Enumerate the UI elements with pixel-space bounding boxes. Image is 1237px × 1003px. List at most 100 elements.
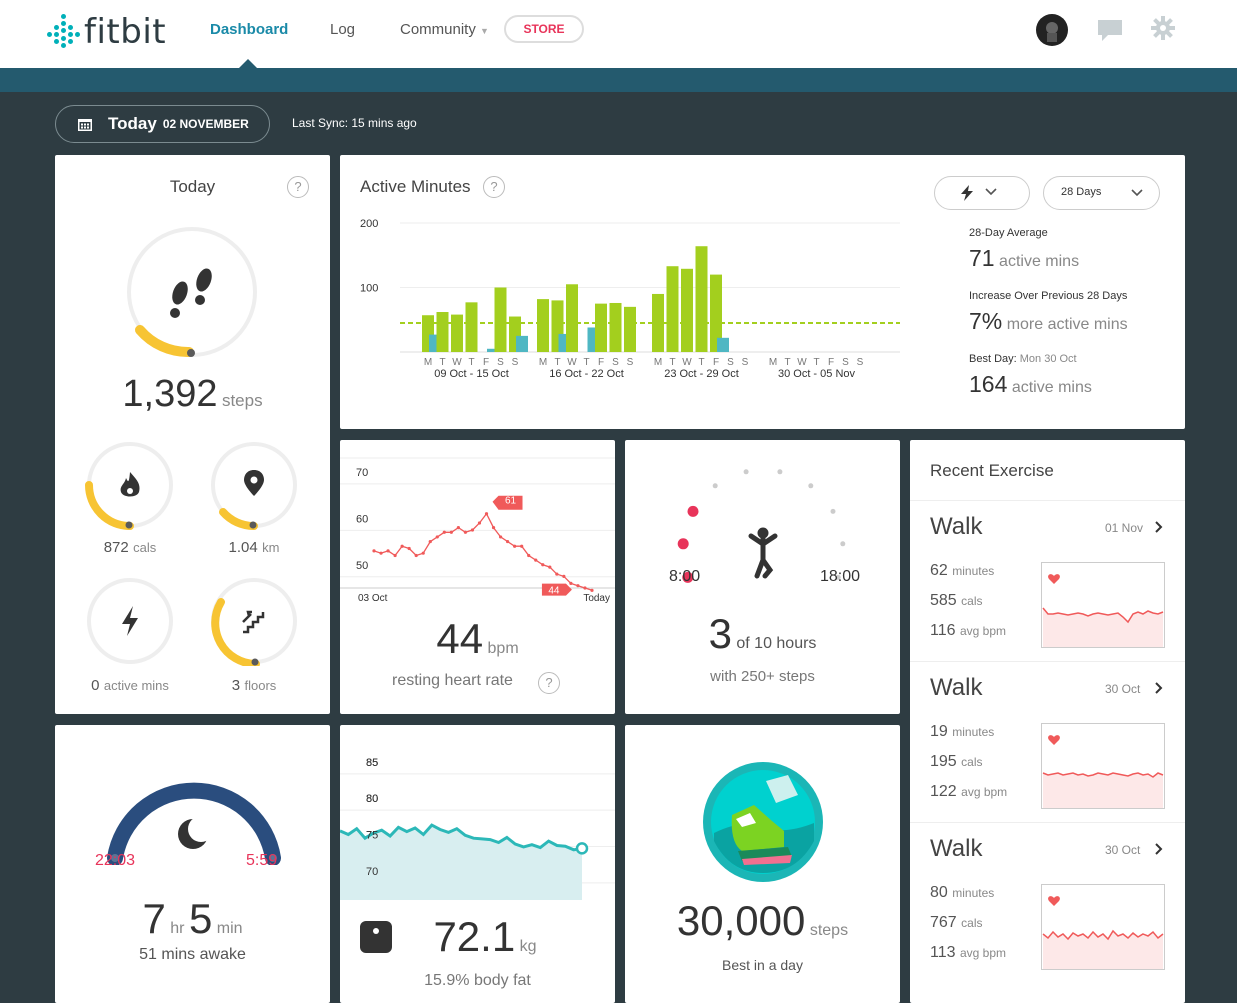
hour-dot [777, 469, 783, 475]
help-icon[interactable]: ? [287, 176, 309, 198]
exercise-item[interactable]: Walk 01 Nov 62 minutes 585 cals 116 avg … [910, 500, 1185, 661]
bar-green [624, 306, 636, 352]
stat-avg-unit: active mins [999, 253, 1080, 270]
exercise-item[interactable]: Walk 30 Oct 19 minutes 195 cals 122 avg … [910, 661, 1185, 822]
exercise-bpm: 113 [930, 944, 956, 961]
bar-green [595, 303, 607, 352]
weight-chart[interactable]: 8580757085807570 [340, 740, 615, 905]
avatar[interactable] [1036, 14, 1068, 46]
heart-area [1043, 773, 1163, 808]
chevron-right-icon[interactable] [1155, 682, 1163, 694]
nav-dashboard[interactable]: Dashboard [210, 21, 288, 38]
chevron-down-icon [985, 188, 997, 196]
weight-latest-point [575, 842, 589, 855]
y-tick-label: 80 [366, 793, 378, 805]
exercise-minutes: 19 [930, 723, 948, 740]
y-tick-label: 85 [366, 757, 378, 769]
distance-ring[interactable] [209, 440, 299, 530]
calories-ring[interactable] [85, 440, 175, 530]
day-label: S [842, 357, 849, 368]
body-fat: 15.9% body fat [424, 972, 531, 989]
steps-ring[interactable] [125, 225, 259, 359]
today-card: Today ? 1,392 steps 872 cals 1.04 km 0 a… [55, 155, 330, 714]
exercise-item[interactable]: Walk 30 Oct 80 minutes 767 cals 113 avg … [910, 822, 1185, 983]
date-selector[interactable]: Today 02 NOVEMBER [55, 105, 270, 143]
logo-text: fitbit [84, 12, 167, 52]
day-label: W [452, 357, 462, 368]
active-minutes-chart[interactable]: 200100M T W T F S S09 Oct - 15 OctM T W T F S S16 Oc… [340, 205, 910, 395]
person-jumping-icon [748, 527, 778, 579]
store-button[interactable]: STORE [504, 15, 584, 43]
day-label: F [713, 357, 719, 368]
heart-rate-point [442, 530, 446, 534]
y-tick-label: 70 [356, 467, 368, 479]
shoe-badge-icon[interactable] [702, 761, 824, 883]
bar-green [681, 268, 693, 352]
bar-green [537, 299, 549, 352]
exercise-bpm: 116 [930, 622, 956, 639]
sleep-start: 22:03 [95, 852, 136, 869]
distance-value: 1.04 [228, 539, 258, 556]
sleep-card: 22:03 5:59 7 hr 5 min 51 mins awake [55, 725, 330, 1003]
heart-rate-point [506, 539, 510, 544]
exercise-cals: 767 [930, 914, 957, 931]
day-label: F [483, 357, 489, 368]
day-label: T [698, 357, 704, 368]
y-tick-label: 70 [366, 866, 378, 878]
chevron-right-icon[interactable] [1155, 521, 1163, 533]
exercise-minutes: 80 [930, 884, 948, 901]
date-today-label: Today [108, 114, 157, 133]
calendar-icon [78, 119, 92, 131]
exercise-cals-unit: cals [961, 755, 983, 769]
day-label: T [813, 357, 819, 368]
exercise-heart-chart[interactable] [1041, 723, 1165, 809]
heart-rate-chart[interactable]: 70 60 50 61 44 03 Oct Today [340, 450, 615, 610]
active-stats: 28-Day Average 71 active mins Increase O… [969, 227, 1169, 398]
flame-icon [120, 472, 140, 497]
nav-community[interactable]: Community ▼ [400, 21, 489, 38]
exercise-heart-chart[interactable] [1041, 884, 1165, 970]
heart-rate-point [470, 528, 475, 532]
badge-card: 30,000 steps Best in a day [625, 725, 900, 1003]
sleep-gauge[interactable] [95, 745, 295, 865]
help-icon[interactable]: ? [483, 176, 505, 198]
high-marker-label: 61 [505, 496, 517, 507]
day-label: S [497, 357, 504, 368]
stat-increase-value: 7% [969, 308, 1003, 334]
active-minutes-ring[interactable] [85, 576, 175, 666]
calories-value: 872 [103, 539, 129, 556]
resting-hr-label: resting heart rate [392, 672, 513, 689]
steps-value: 1,392 [122, 373, 218, 415]
chevron-right-icon[interactable] [1155, 843, 1163, 855]
exercise-cals-unit: cals [961, 594, 983, 608]
hourly-value: 3 [708, 610, 732, 657]
sleep-end: 5:59 [246, 852, 278, 869]
heart-rate-point [463, 530, 468, 534]
messages-icon[interactable] [1097, 18, 1123, 42]
date-value: 02 NOVEMBER [162, 117, 249, 131]
exercise-bpm-unit: avg bpm [959, 946, 1006, 960]
nav-log[interactable]: Log [330, 21, 355, 38]
sleep-mins-unit: min [216, 920, 243, 937]
sub-bar [0, 68, 1237, 92]
stat-best-day: Mon 30 Oct [1019, 353, 1077, 365]
help-icon[interactable]: ? [538, 672, 560, 694]
exercise-minutes-unit: minutes [952, 886, 995, 900]
logo-dots-icon [47, 14, 80, 50]
range-dropdown[interactable]: 28 Days [1043, 176, 1160, 210]
floors-ring[interactable] [209, 576, 299, 666]
settings-gear-icon[interactable] [1151, 16, 1175, 40]
heart-rate-point [583, 586, 587, 590]
exercise-bpm-unit: avg bpm [961, 785, 1008, 799]
day-label: M [769, 357, 777, 368]
recent-exercise-title: Recent Exercise [930, 461, 1054, 480]
exercise-heart-chart[interactable] [1041, 562, 1165, 648]
floors-unit: floors [244, 678, 277, 693]
fitbit-logo[interactable]: fitbit [47, 12, 167, 52]
exercise-cals: 585 [930, 592, 957, 609]
activity-type-dropdown[interactable] [934, 176, 1030, 210]
heart-rate-point [477, 521, 482, 525]
lightning-icon [122, 606, 138, 636]
hourly-sub: with 250+ steps [710, 668, 815, 685]
exercise-date: 30 Oct [1105, 843, 1141, 857]
